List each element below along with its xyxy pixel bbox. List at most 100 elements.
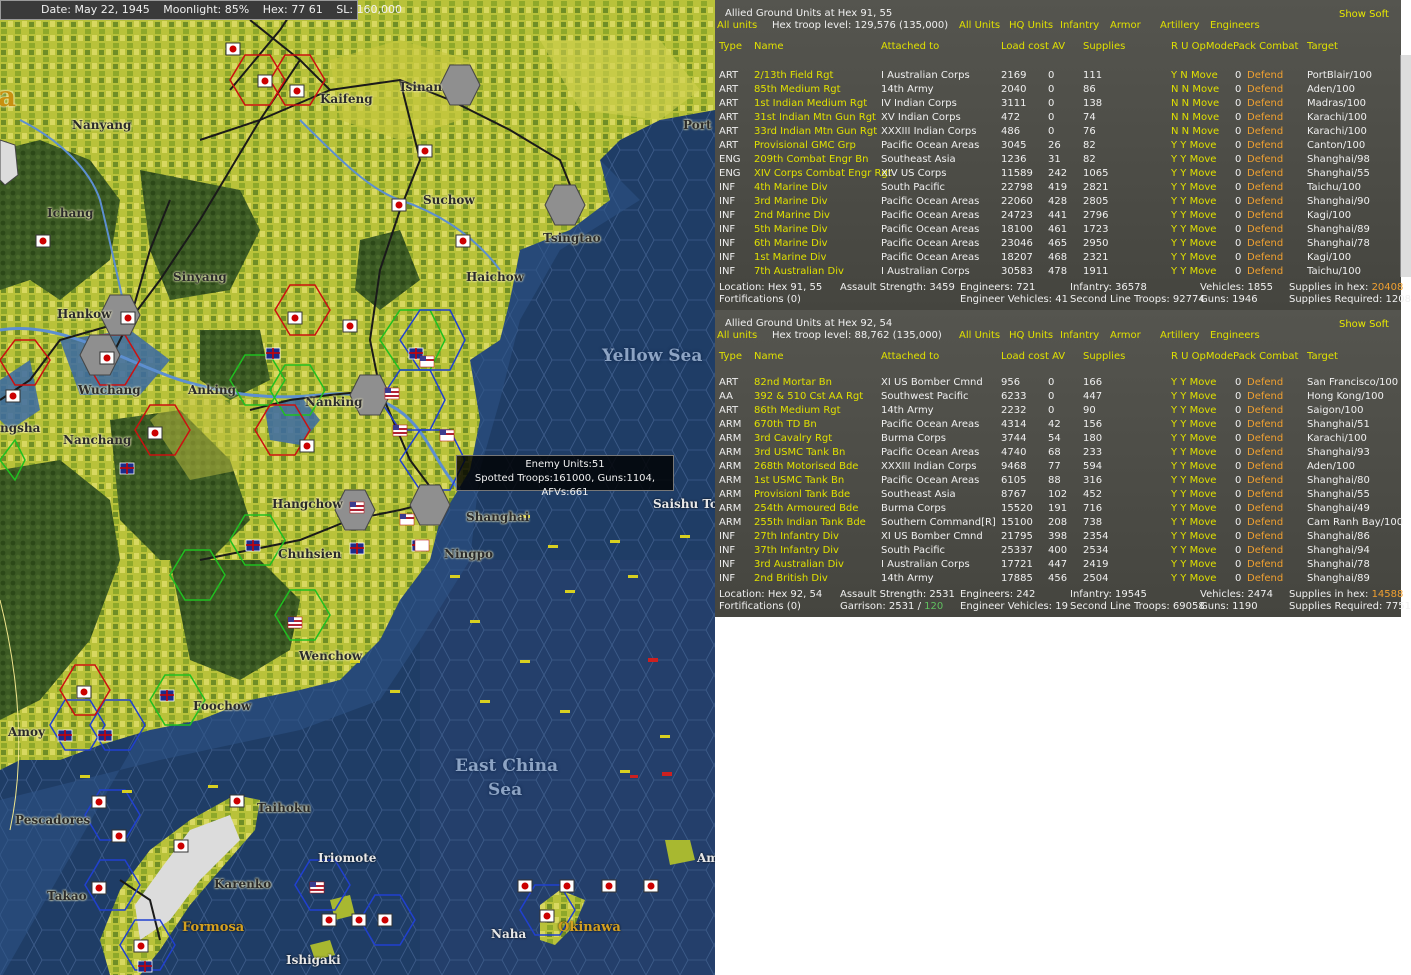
unit-combat: Defend — [1247, 70, 1284, 81]
unit-row[interactable]: INF 1st Marine Div Pacific Ocean Areas 1820… — [715, 252, 1401, 266]
unit-target: Kagi/100 — [1307, 252, 1352, 263]
footer-assault-strength: Assault Strength: 2531 — [840, 589, 955, 600]
col-load-av[interactable]: Load cost AV — [1001, 41, 1065, 52]
filter-engineers[interactable]: Engineers — [1210, 330, 1260, 341]
show-soft-toggle[interactable]: Show Soft — [1339, 319, 1389, 330]
col-name[interactable]: Name — [754, 41, 784, 52]
col-attached[interactable]: Attached to — [881, 351, 939, 362]
col-load-av[interactable]: Load cost AV — [1001, 351, 1065, 362]
unit-row[interactable]: AA 392 & 510 Cst AA Rgt Southwest Pacific 6… — [715, 391, 1401, 405]
unit-opmode: Y Y Move — [1171, 545, 1217, 556]
col-type[interactable]: Type — [719, 351, 742, 362]
unit-combat: Defend — [1247, 531, 1284, 542]
city-label-isinan: Isinan — [400, 80, 443, 94]
ground-units-panel-hex-91-55: Allied Ground Units at Hex 91, 55 Hex tr… — [715, 0, 1411, 310]
unit-row[interactable]: ART Provisional GMC Grp Pacific Ocean Area… — [715, 140, 1401, 154]
col-pack-combat[interactable]: Pack Combat — [1233, 41, 1298, 52]
show-soft-toggle[interactable]: Show Soft — [1339, 9, 1389, 20]
col-opmode[interactable]: R U OpMode — [1171, 351, 1233, 362]
unit-row[interactable]: ARM 670th TD Bn Pacific Ocean Areas 4314 42 1… — [715, 419, 1401, 433]
filter-engineers[interactable]: Engineers — [1210, 20, 1260, 31]
unit-row[interactable]: ARM 3rd Cavalry Rgt Burma Corps 3744 54 180 Y … — [715, 433, 1401, 447]
unit-name: 268th Motorised Bde — [754, 461, 859, 472]
unit-row[interactable]: ARM 268th Motorised Bde XXXIII Indian Corp… — [715, 461, 1401, 475]
filter-hq-units[interactable]: HQ Units — [1009, 20, 1053, 31]
unit-av: 102 — [1048, 489, 1068, 500]
city-label-hangchow: Hangchow — [272, 497, 343, 511]
unit-row[interactable]: INF 37th Infantry Div South Pacific 25337 40… — [715, 545, 1401, 559]
col-target[interactable]: Target — [1307, 351, 1338, 362]
unit-type: INF — [719, 252, 736, 263]
col-attached[interactable]: Attached to — [881, 41, 939, 52]
filter-all-units-small[interactable]: All units — [717, 330, 757, 341]
unit-row[interactable]: ENG XIV Corps Combat Engr Rgt XIV US Corps… — [715, 168, 1401, 182]
unit-row[interactable]: ART 31st Indian Mtn Gun Rgt XV Indian Corp… — [715, 112, 1401, 126]
unit-opmode: Y Y Move — [1171, 531, 1217, 542]
unit-row[interactable]: ARM 254th Armoured Bde Burma Corps 15520 191… — [715, 503, 1401, 517]
list-scrollbar[interactable] — [1400, 55, 1411, 277]
unit-pack: 0 — [1235, 503, 1242, 514]
unit-load-cost: 3111 — [1001, 98, 1027, 109]
filter-artillery[interactable]: Artillery — [1160, 20, 1199, 31]
filter-artillery[interactable]: Artillery — [1160, 330, 1199, 341]
unit-pack: 0 — [1235, 419, 1242, 430]
unit-row[interactable]: ART 2/13th Field Rgt I Australian Corps 216… — [715, 70, 1401, 84]
unit-type: ARM — [719, 461, 742, 472]
filter-armor[interactable]: Armor — [1110, 20, 1141, 31]
col-supplies[interactable]: Supplies — [1083, 351, 1125, 362]
filter-infantry[interactable]: Infantry — [1060, 330, 1099, 341]
col-supplies[interactable]: Supplies — [1083, 41, 1125, 52]
footer-guns: Guns: 1190 — [1200, 601, 1258, 612]
unit-av: 478 — [1048, 266, 1068, 277]
unit-name: 4th Marine Div — [754, 182, 828, 193]
city-label-karenko: Karenko — [214, 877, 272, 891]
unit-pack: 0 — [1235, 266, 1242, 277]
unit-row[interactable]: ARM Provisionl Tank Bde Southeast Asia 8767… — [715, 489, 1401, 503]
unit-av: 242 — [1048, 168, 1068, 179]
unit-name: 254th Armoured Bde — [754, 503, 859, 514]
unit-row[interactable]: ARM 255th Indian Tank Bde Southern Command… — [715, 517, 1403, 531]
unit-row[interactable]: ART 82nd Mortar Bn XI US Bomber Cmnd 956 0 16… — [715, 377, 1401, 391]
filter-all-units-small[interactable]: All units — [717, 20, 757, 31]
unit-row[interactable]: INF 3rd Marine Div Pacific Ocean Areas 2206… — [715, 196, 1401, 210]
unit-pack: 0 — [1235, 475, 1242, 486]
footer-supplies-in-hex: Supplies in hex: 14588 — [1289, 589, 1403, 600]
unit-supplies: 2504 — [1083, 573, 1109, 584]
unit-row[interactable]: ART 1st Indian Medium Rgt IV Indian Corps 3… — [715, 98, 1401, 112]
unit-target: Canton/100 — [1307, 140, 1366, 151]
filter-all-units[interactable]: All Units — [959, 330, 1000, 341]
city-label-tsingtao: Tsingtao — [543, 231, 601, 245]
unit-target: Kagi/100 — [1307, 210, 1352, 221]
unit-row[interactable]: INF 27th Infantry Div XI US Bomber Cmnd 217… — [715, 531, 1401, 545]
unit-row[interactable]: INF 7th Australian Div I Australian Corps 3… — [715, 266, 1401, 280]
unit-row[interactable]: INF 2nd British Div 14th Army 17885 456 2504 Y… — [715, 573, 1401, 587]
unit-row[interactable]: ART 85th Medium Rgt 14th Army 2040 0 86 N N Mo… — [715, 84, 1401, 98]
col-type[interactable]: Type — [719, 41, 742, 52]
unit-type: ARM — [719, 475, 742, 486]
col-pack-combat[interactable]: Pack Combat — [1233, 351, 1298, 362]
filter-armor[interactable]: Armor — [1110, 330, 1141, 341]
unit-row[interactable]: ARM 3rd USMC Tank Bn Pacific Ocean Areas 47… — [715, 447, 1401, 461]
unit-name: 392 & 510 Cst AA Rgt — [754, 391, 864, 402]
unit-row[interactable]: INF 2nd Marine Div Pacific Ocean Areas 2472… — [715, 210, 1401, 224]
filter-all-units[interactable]: All Units — [959, 20, 1000, 31]
unit-row[interactable]: INF 4th Marine Div South Pacific 22798 419 28… — [715, 182, 1401, 196]
unit-row[interactable]: INF 3rd Australian Div I Australian Corps 1… — [715, 559, 1401, 573]
unit-row[interactable]: ART 86th Medium Rgt 14th Army 2232 0 90 Y Y Mo… — [715, 405, 1401, 419]
filter-infantry[interactable]: Infantry — [1060, 20, 1099, 31]
unit-row[interactable]: INF 6th Marine Div Pacific Ocean Areas 2304… — [715, 238, 1401, 252]
unit-supplies: 166 — [1083, 377, 1103, 388]
strategic-map[interactable]: Date: May 22, 1945 Moonlight: 85% Hex: 7… — [0, 0, 715, 975]
unit-row[interactable]: INF 5th Marine Div Pacific Ocean Areas 1810… — [715, 224, 1401, 238]
col-name[interactable]: Name — [754, 351, 784, 362]
unit-target: Karachi/100 — [1307, 433, 1367, 444]
unit-target: Aden/100 — [1307, 461, 1355, 472]
unit-row[interactable]: ENG 209th Combat Engr Bn Southeast Asia 123… — [715, 154, 1401, 168]
unit-row[interactable]: ARM 1st USMC Tank Bn Pacific Ocean Areas 61… — [715, 475, 1401, 489]
unit-row[interactable]: ART 33rd Indian Mtn Gun Rgt XXXIII Indian … — [715, 126, 1401, 140]
col-opmode[interactable]: R U OpMode — [1171, 41, 1233, 52]
supply-level-readout: SL: 160,000 — [336, 3, 403, 16]
col-target[interactable]: Target — [1307, 41, 1338, 52]
filter-hq-units[interactable]: HQ Units — [1009, 330, 1053, 341]
unit-combat: Defend — [1247, 391, 1284, 402]
